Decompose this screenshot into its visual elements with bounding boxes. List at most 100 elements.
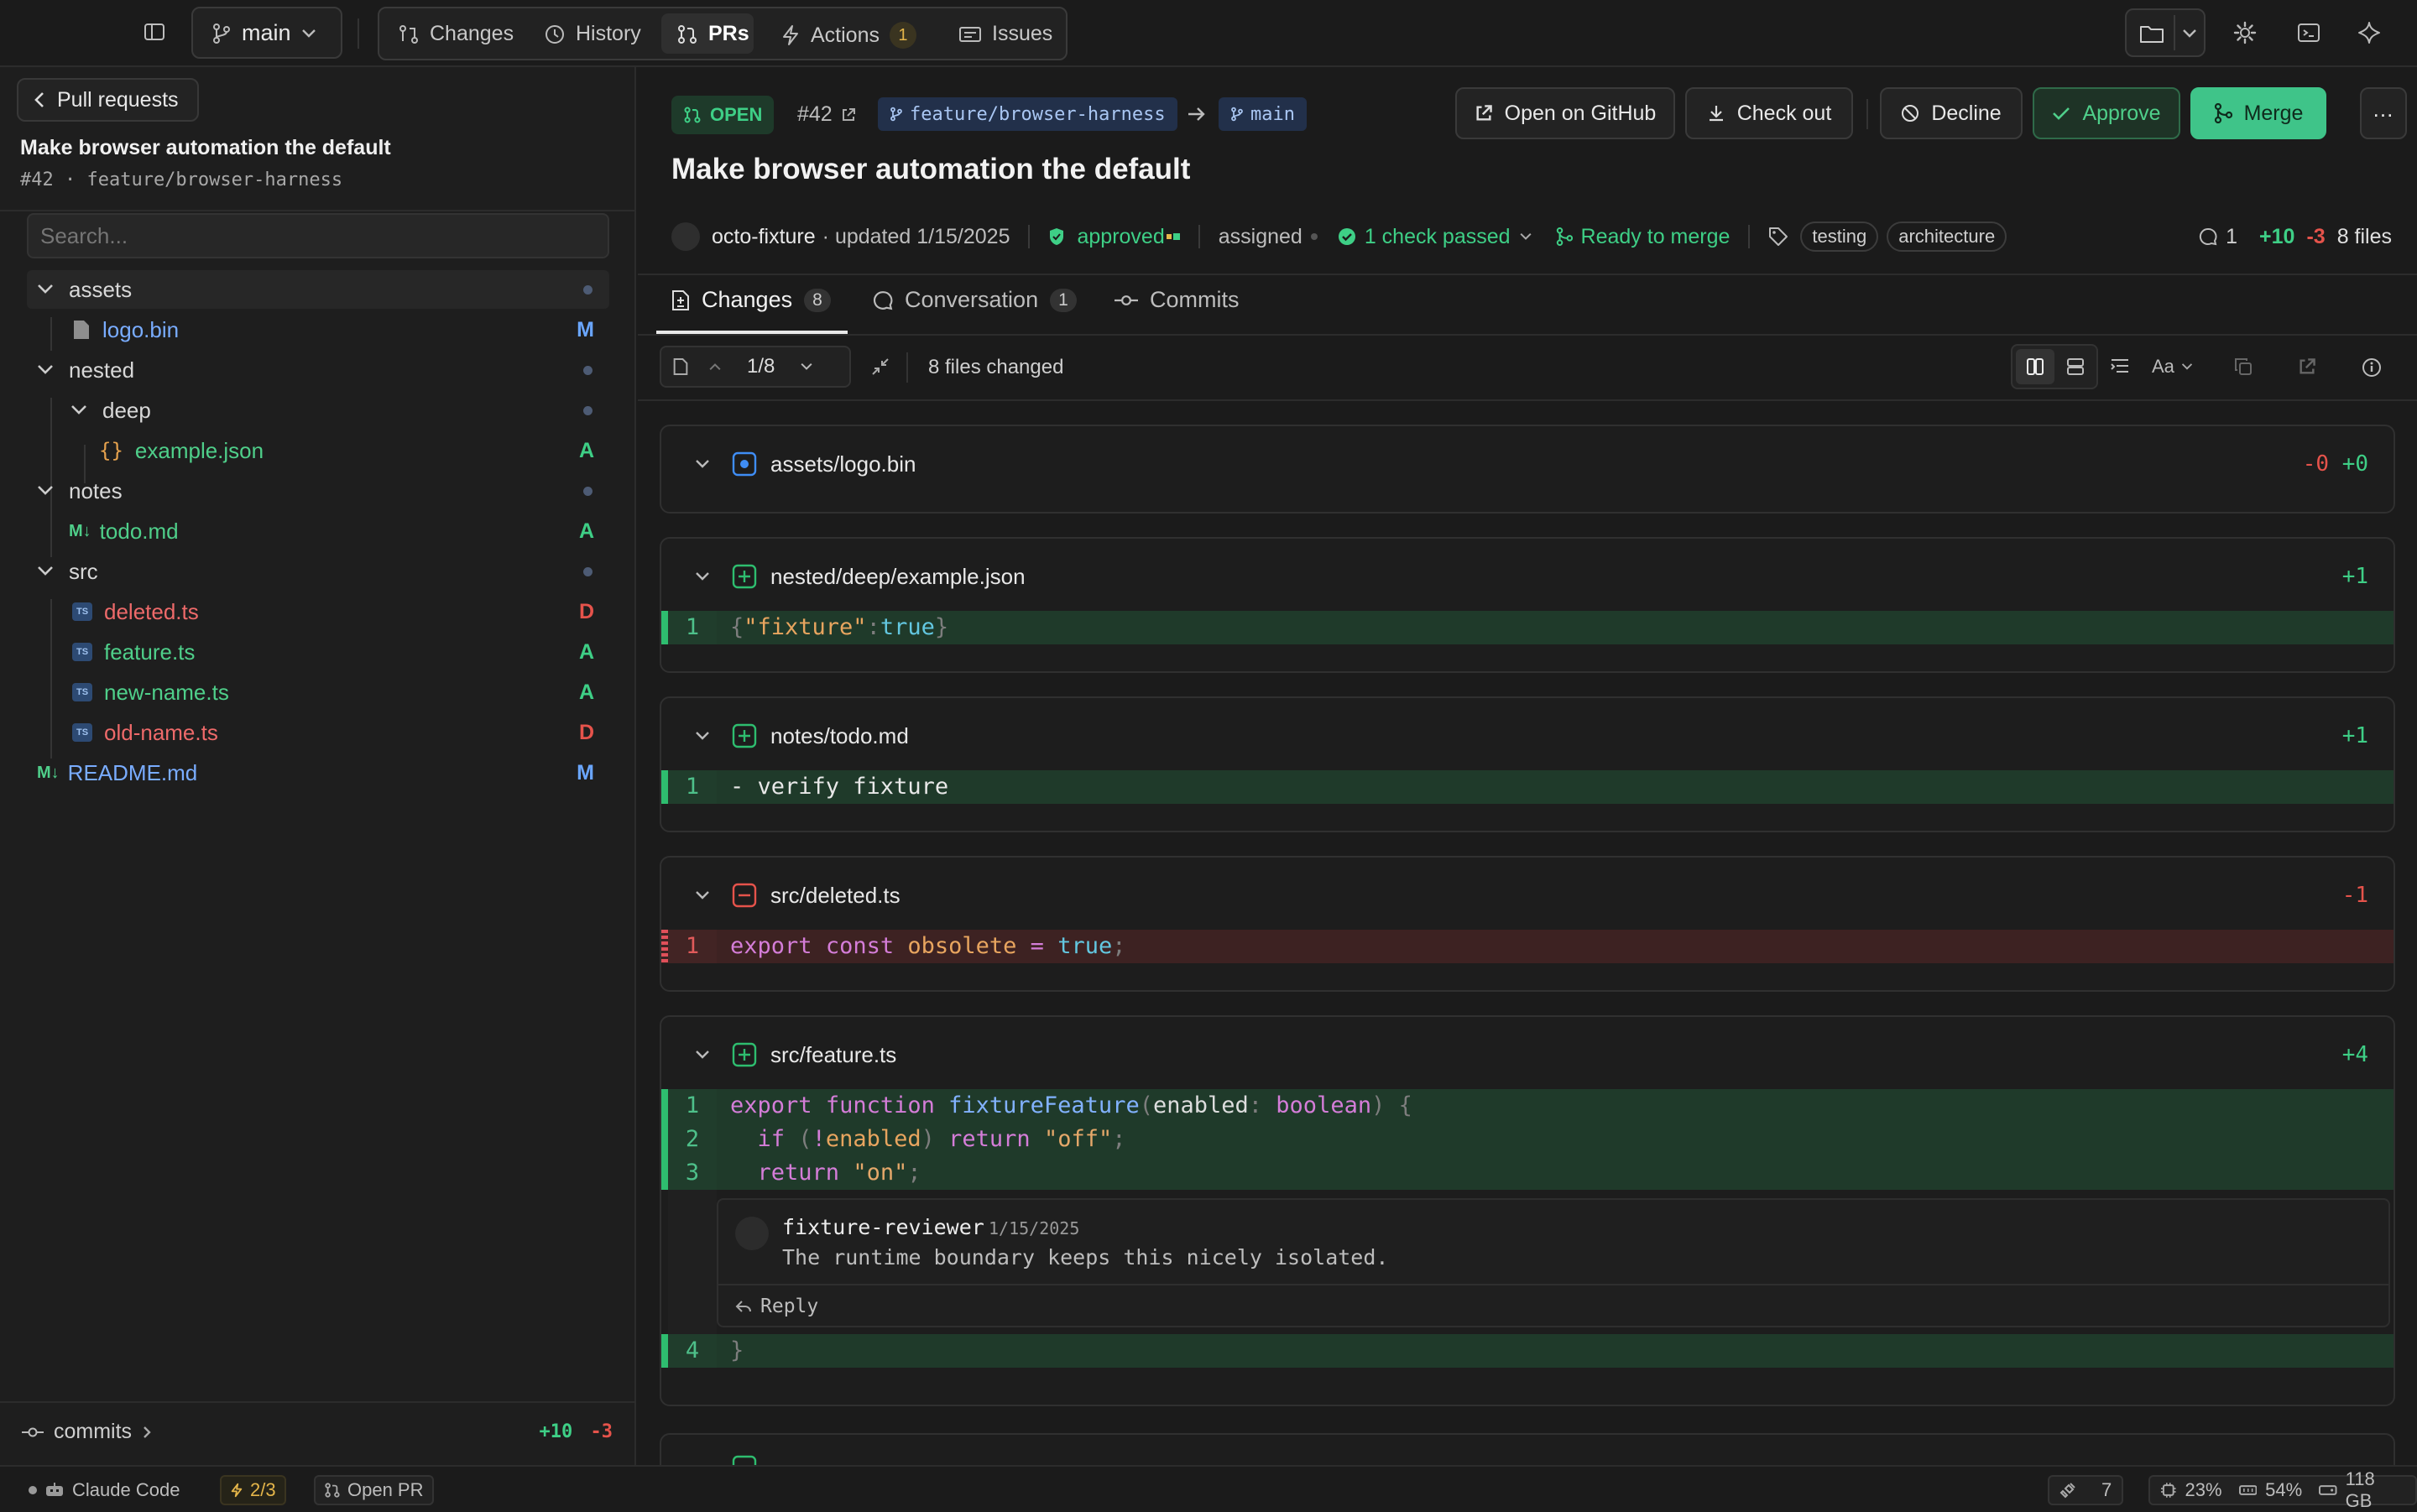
chevron-left-icon [34, 92, 44, 107]
agent-status[interactable]: Claude Code [29, 1475, 180, 1505]
split-view-button[interactable] [2016, 349, 2054, 384]
base-branch-chip[interactable]: main [1219, 97, 1307, 131]
tree-folder-assets[interactable]: assets [27, 270, 609, 309]
review-status: approved [1077, 224, 1165, 248]
chevron-down-icon[interactable] [695, 459, 710, 469]
chevron-down-icon[interactable] [1519, 232, 1532, 241]
chevron-down-icon [2181, 363, 2193, 370]
terminal-icon[interactable] [2296, 20, 2321, 45]
tree-file-new-name-ts[interactable]: TS new-name.ts A [27, 673, 609, 712]
tree-file-old-name-ts[interactable]: TS old-name.ts D [27, 713, 609, 752]
tab-commits[interactable]: Commits [1115, 287, 1240, 313]
tree-folder-src[interactable]: src [27, 552, 609, 591]
more-options-button[interactable]: ... [2360, 87, 2407, 139]
chevron-down-icon[interactable] [695, 1050, 710, 1060]
files-changed-summary: 8 files changed [928, 356, 1064, 378]
removed-count: -0 [2302, 451, 2330, 477]
tree-label: todo.md [99, 518, 179, 544]
tab-issues[interactable]: Issues [958, 22, 1052, 46]
label-tag[interactable]: testing [1800, 222, 1879, 252]
tree-file-readme-md[interactable]: M↓ README.md M [27, 753, 609, 792]
ports-indicator[interactable]: 7 [2048, 1475, 2124, 1505]
pr-number-link[interactable]: #42 [797, 102, 856, 127]
tab-changes[interactable]: Changes 8 [671, 287, 831, 313]
view-tabs: Changes History PRs Actions 1 Issues [378, 7, 1068, 60]
open-folder-button[interactable] [2125, 8, 2206, 57]
diff-file-path: src/deleted.ts [770, 882, 901, 908]
check-out-button[interactable]: Check out [1685, 87, 1853, 139]
copy-icon[interactable] [2234, 357, 2253, 376]
tree-folder-deep[interactable]: deep [27, 391, 609, 430]
checks-status[interactable]: 1 check passed [1365, 225, 1511, 249]
download-icon [1709, 106, 1723, 122]
unified-rows-icon[interactable] [2066, 357, 2085, 376]
merge-button[interactable]: Merge [2190, 87, 2326, 139]
folder-change-dot [583, 365, 593, 375]
diff-file-header[interactable]: notes/todo.md +1 [661, 698, 2394, 774]
arrow-right-icon [1188, 107, 1205, 121]
back-to-pull-requests-button[interactable]: Pull requests [17, 78, 199, 122]
tree-file-feature-ts[interactable]: TS feature.ts A [27, 633, 609, 671]
open-external-icon[interactable] [2298, 357, 2316, 376]
approve-button[interactable]: Approve [2033, 87, 2180, 139]
diff-line: 1- verify fixture [661, 770, 2394, 804]
diff-file-header[interactable]: src/deleted.ts -1 [661, 858, 2394, 933]
reply-button[interactable]: Reply [735, 1296, 818, 1317]
head-branch-chip[interactable]: feature/browser-harness [878, 97, 1177, 131]
collapse-all-icon[interactable] [871, 357, 890, 376]
font-settings-icon[interactable]: Aa [2152, 356, 2193, 378]
chevron-up-icon[interactable] [708, 362, 722, 371]
author-name[interactable]: octo-fixture [712, 225, 816, 249]
tree-folder-nested[interactable]: nested [27, 351, 609, 389]
author-avatar [671, 222, 700, 251]
label-tag[interactable]: architecture [1887, 222, 2007, 252]
line-wrap-icon[interactable] [2110, 357, 2130, 376]
pr-detail-panel: OPEN #42 feature/browser-harness main Op… [638, 67, 2417, 1483]
plug-icon [2059, 1483, 2075, 1499]
chevron-down-icon[interactable] [695, 571, 710, 581]
tab-actions[interactable]: Actions 1 [780, 22, 916, 49]
tab-label: Commits [1150, 287, 1240, 312]
decline-button[interactable]: Decline [1880, 87, 2023, 139]
pr-number: #42 [797, 102, 833, 126]
actions-count: 2/3 [250, 1479, 276, 1500]
split-columns-icon [2027, 358, 2044, 375]
info-icon[interactable] [2362, 357, 2382, 378]
tree-file-example-json[interactable]: {} example.json A [27, 431, 609, 470]
system-resources[interactable]: 23% 54% 118 GB [2148, 1468, 2417, 1511]
block-icon [1902, 105, 1919, 122]
sparkle-assistant-icon[interactable] [2357, 20, 2382, 45]
chevron-down-icon[interactable] [800, 362, 813, 371]
branch-selector[interactable]: main [191, 7, 342, 59]
tab-changes[interactable]: Changes [398, 22, 514, 46]
chevron-down-icon[interactable] [695, 890, 710, 900]
commits-footer-toggle[interactable]: commits [22, 1420, 152, 1444]
diff-file-header[interactable]: assets/logo.bin -0 +0 [661, 426, 2394, 502]
file-search-input[interactable] [27, 213, 609, 258]
tree-folder-notes[interactable]: notes [27, 472, 609, 510]
tab-prs[interactable]: PRs [676, 22, 749, 46]
tab-history[interactable]: History [544, 22, 641, 46]
tree-file-todo-md[interactable]: M↓ todo.md A [27, 512, 609, 550]
file-status: D [578, 720, 594, 744]
chevron-down-icon[interactable] [695, 731, 710, 741]
diff-file-path: notes/todo.md [770, 722, 909, 748]
tree-file-deleted-ts[interactable]: TS deleted.ts D [27, 592, 609, 631]
pr-state-label: OPEN [710, 104, 763, 125]
merge-state: Ready to merge [1580, 224, 1731, 248]
chevron-down-icon [301, 29, 316, 38]
chevron-down-icon[interactable] [2182, 29, 2197, 39]
diff-file-example-json: nested/deep/example.json +1 1 {"fixture":… [660, 537, 2395, 673]
settings-gear-icon[interactable] [2232, 20, 2258, 45]
pr-meta-row: octo-fixture · updated 1/15/2025 approve… [671, 218, 2392, 255]
sidebar-toggle-icon[interactable] [143, 20, 166, 44]
open-on-github-button[interactable]: Open on GitHub [1455, 87, 1675, 139]
actions-progress[interactable]: 2/3 [220, 1475, 286, 1505]
diff-file-header[interactable]: src/feature.ts +4 [661, 1017, 2394, 1092]
tree-file-logo-bin[interactable]: logo.bin M [27, 310, 609, 349]
comment-body: The runtime boundary keeps this nicely i… [782, 1245, 1389, 1270]
open-pr-button[interactable]: Open PR [314, 1475, 434, 1505]
file-icon[interactable] [673, 357, 688, 376]
tab-conversation[interactable]: Conversation 1 [873, 287, 1077, 313]
diff-file-header[interactable]: nested/deep/example.json +1 [661, 539, 2394, 614]
